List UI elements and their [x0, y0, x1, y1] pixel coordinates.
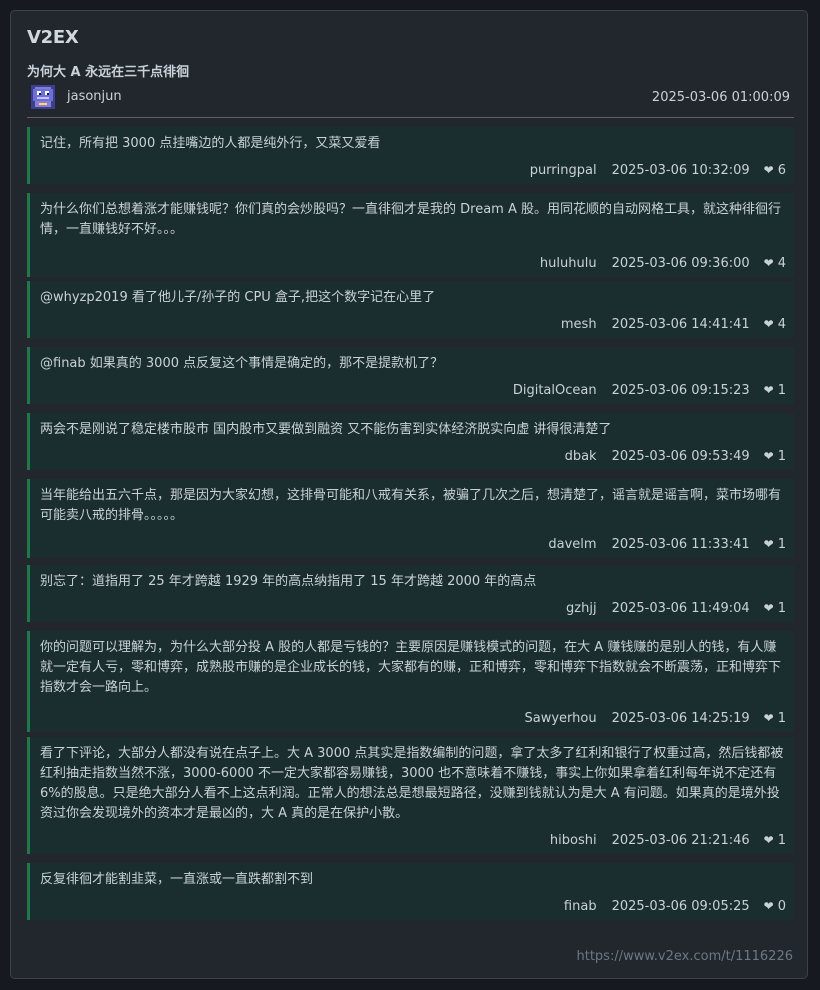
heart-icon[interactable]: ❤ [764, 899, 774, 914]
heart-icon[interactable]: ❤ [764, 449, 774, 464]
reply-time: 2025-03-06 09:36:00 [611, 256, 750, 271]
reply-likes: 0 [777, 899, 786, 914]
reply-likes: 6 [777, 163, 786, 178]
reply-time: 2025-03-06 14:41:41 [611, 317, 750, 332]
reply-time: 2025-03-06 21:21:46 [611, 833, 750, 848]
reply-likes: 1 [777, 833, 786, 848]
reply-user[interactable]: dbak [565, 449, 597, 464]
reply-text: 记住，所有把 3000 点挂嘴边的人都是纯外行，又菜又爱看 [40, 136, 381, 151]
reply-user[interactable]: davelm [548, 537, 596, 552]
heart-icon[interactable]: ❤ [764, 163, 774, 178]
heart-icon[interactable]: ❤ [764, 256, 774, 271]
reply-text: 看了下评论，大部分人都没有说在点子上。大 A 3000 点其实是指数编制的问题，… [40, 746, 784, 821]
reply-time: 2025-03-06 11:49:04 [611, 601, 750, 616]
heart-icon[interactable]: ❤ [764, 537, 774, 552]
topic-time: 2025-03-06 01:00:09 [651, 90, 790, 105]
heart-icon[interactable]: ❤ [764, 833, 774, 848]
reply-item: 看了下评论，大部分人都没有说在点子上。大 A 3000 点其实是指数编制的问题，… [27, 737, 794, 854]
reply-user[interactable]: hiboshi [550, 833, 597, 848]
reply-item: 反复徘徊才能割韭菜，一直涨或一直跌都割不到 finab 2025-03-06 0… [27, 863, 794, 920]
reply-text: @whyzp2019 看了他儿子/孙子的 CPU 盒子,把这个数字记在心里了 [40, 290, 436, 305]
reply-item: @whyzp2019 看了他儿子/孙子的 CPU 盒子,把这个数字记在心里了 m… [27, 281, 794, 338]
reply-likes: 1 [777, 449, 786, 464]
reply-meta: hiboshi 2025-03-06 21:21:46 ❤ 1 [550, 833, 786, 848]
reply-time: 2025-03-06 11:33:41 [611, 537, 750, 552]
reply-text: 当年能给出五六千点，那是因为大家幻想，这排骨可能和八戒有关系，被骗了几次之后，想… [40, 488, 782, 523]
reply-time: 2025-03-06 14:25:19 [611, 711, 750, 726]
heart-icon[interactable]: ❤ [764, 383, 774, 398]
reply-text: 两会不是刚说了稳定楼市股市 国内股市又要做到融资 又不能伤害到实体经济脱实向虚 … [40, 422, 612, 437]
reply-user[interactable]: finab [564, 899, 597, 914]
reply-meta: gzhjj 2025-03-06 11:49:04 ❤ 1 [566, 601, 786, 616]
reply-meta: mesh 2025-03-06 14:41:41 ❤ 4 [561, 317, 786, 332]
topic-author[interactable]: jasonjun [67, 89, 122, 104]
reply-meta: Sawyerhou 2025-03-06 14:25:19 ❤ 1 [524, 711, 786, 726]
reply-likes: 1 [777, 711, 786, 726]
reply-likes: 1 [777, 537, 786, 552]
reply-meta: finab 2025-03-06 09:05:25 ❤ 0 [564, 899, 786, 914]
reply-user[interactable]: gzhjj [566, 601, 597, 616]
reply-meta: purringpal 2025-03-06 10:32:09 ❤ 6 [530, 163, 786, 178]
reply-item: @finab 如果真的 3000 点反复这个事情是确定的，那不是提款机了？ Di… [27, 347, 794, 404]
reply-meta: dbak 2025-03-06 09:53:49 ❤ 1 [565, 449, 786, 464]
reply-time: 2025-03-06 10:32:09 [611, 163, 750, 178]
reply-text: 为什么你们总想着涨才能赚钱呢？你们真的会炒股吗？一直徘徊才是我的 Dream A… [40, 202, 781, 237]
reply-item: 为什么你们总想着涨才能赚钱呢？你们真的会炒股吗？一直徘徊才是我的 Dream A… [27, 193, 794, 277]
topic-author-row: jasonjun 2025-03-06 01:00:09 [27, 85, 790, 111]
topic-title[interactable]: 为何大 A 永远在三千点徘徊 [27, 61, 189, 80]
reply-item: 你的问题可以理解为，为什么大部分投 A 股的人都是亏钱的？主要原因是赚钱模式的问… [27, 631, 794, 732]
reply-item: 两会不是刚说了稳定楼市股市 国内股市又要做到融资 又不能伤害到实体经济脱实向虚 … [27, 413, 794, 470]
reply-meta: davelm 2025-03-06 11:33:41 ❤ 1 [548, 537, 786, 552]
reply-likes: 1 [777, 601, 786, 616]
heart-icon[interactable]: ❤ [764, 601, 774, 616]
reply-user[interactable]: huluhulu [540, 256, 597, 271]
reply-item: 记住，所有把 3000 点挂嘴边的人都是纯外行，又菜又爱看 purringpal… [27, 127, 794, 184]
topic-card: V2EX 为何大 A 永远在三千点徘徊 jasonjun 2025-03-06 … [10, 10, 808, 979]
reply-item: 当年能给出五六千点，那是因为大家幻想，这排骨可能和八戒有关系，被骗了几次之后，想… [27, 479, 794, 558]
reply-text: @finab 如果真的 3000 点反复这个事情是确定的，那不是提款机了？ [40, 356, 444, 371]
site-title[interactable]: V2EX [27, 27, 79, 48]
reply-time: 2025-03-06 09:53:49 [611, 449, 750, 464]
reply-user[interactable]: purringpal [530, 163, 597, 178]
reply-likes: 4 [777, 317, 786, 332]
reply-text: 别忘了：道指用了 25 年才跨越 1929 年的高点纳指用了 15 年才跨越 2… [40, 574, 537, 589]
reply-user[interactable]: DigitalOcean [513, 383, 597, 398]
reply-text: 反复徘徊才能割韭菜，一直涨或一直跌都割不到 [40, 872, 314, 887]
reply-likes: 1 [777, 383, 786, 398]
reply-text: 你的问题可以理解为，为什么大部分投 A 股的人都是亏钱的？主要原因是赚钱模式的问… [40, 640, 782, 695]
reply-item: 别忘了：道指用了 25 年才跨越 1929 年的高点纳指用了 15 年才跨越 2… [27, 565, 794, 622]
pixel-avatar-icon[interactable] [31, 85, 55, 109]
heart-icon[interactable]: ❤ [764, 317, 774, 332]
divider [27, 117, 794, 118]
reply-user[interactable]: mesh [561, 317, 597, 332]
reply-time: 2025-03-06 09:15:23 [611, 383, 750, 398]
reply-meta: DigitalOcean 2025-03-06 09:15:23 ❤ 1 [513, 383, 786, 398]
topic-url[interactable]: https://www.v2ex.com/t/1116226 [576, 949, 793, 964]
reply-user[interactable]: Sawyerhou [524, 711, 596, 726]
heart-icon[interactable]: ❤ [764, 711, 774, 726]
reply-likes: 4 [777, 256, 786, 271]
reply-time: 2025-03-06 09:05:25 [611, 899, 750, 914]
reply-meta: huluhulu 2025-03-06 09:36:00 ❤ 4 [540, 256, 786, 271]
